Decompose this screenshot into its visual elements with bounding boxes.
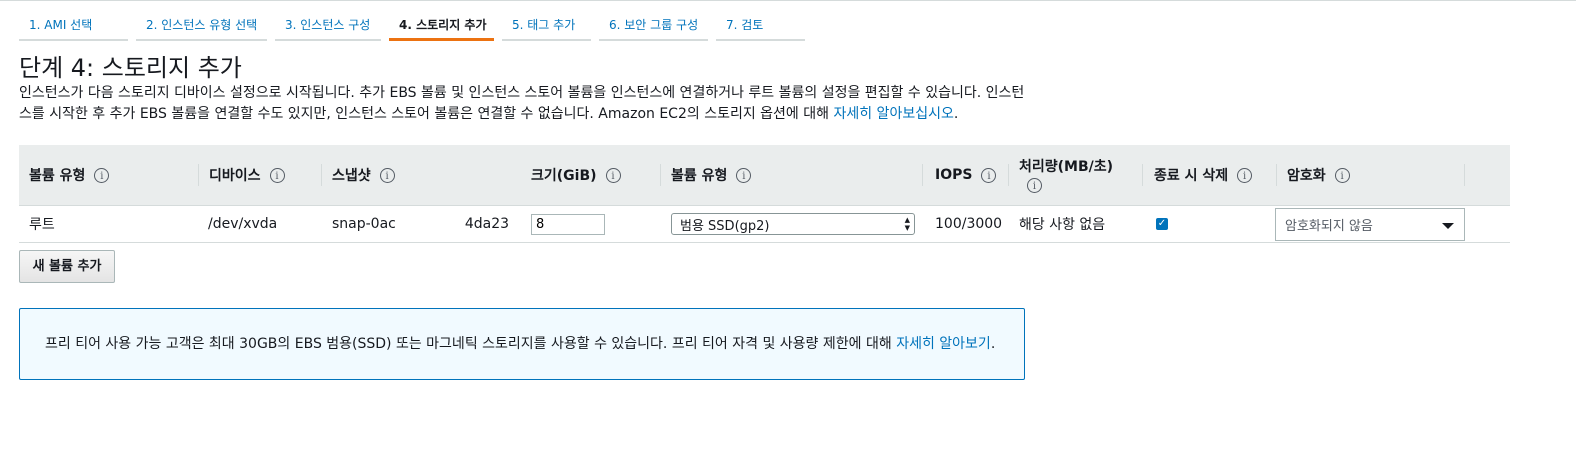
header-throughput: 처리량(MB/초) i	[1009, 145, 1143, 205]
delete-on-termination-checkbox[interactable]: ✓	[1156, 218, 1168, 230]
wizard-tabs: 1. AMI 선택 2. 인스턴스 유형 선택 3. 인스턴스 구성 4. 스토…	[19, 12, 813, 41]
header-label: IOPS	[935, 167, 973, 183]
snapshot-id-end: 4da23	[464, 216, 510, 232]
cell-encryption: 암호화되지 않음	[1275, 206, 1465, 242]
notice-learn-more-link[interactable]: 자세히 알아보기	[896, 336, 991, 352]
notice-period: .	[990, 336, 996, 352]
learn-more-link[interactable]: 자세히 알아보십시오	[833, 106, 953, 122]
tab-security-group[interactable]: 6. 보안 그룹 구성	[599, 12, 708, 41]
tab-instance-type[interactable]: 2. 인스턴스 유형 선택	[136, 12, 267, 41]
size-input[interactable]	[531, 213, 605, 235]
column-divider	[1464, 164, 1465, 186]
tab-add-storage[interactable]: 4. 스토리지 추가	[389, 12, 494, 41]
encryption-value: 암호화되지 않음	[1285, 218, 1373, 234]
header-label: 처리량(MB/초)	[1019, 158, 1114, 175]
cell-delete-on-termination: ✓	[1156, 206, 1168, 242]
tab-add-tags[interactable]: 5. 태그 추가	[502, 12, 591, 41]
tab-ami[interactable]: 1. AMI 선택	[19, 12, 128, 41]
header-label: 종료 시 삭제	[1154, 168, 1229, 184]
header-size: 크기(GiB) i	[521, 145, 661, 205]
storage-table: 볼륨 유형 i 디바이스 i 스냅샷 i 크기(GiB) i 볼륨 유형 i I…	[19, 145, 1510, 243]
description-period: .	[953, 106, 959, 122]
cell-ebs-volume-type: 범용 SSD(gp2) ▲ ▼	[671, 206, 915, 242]
notice-text: 프리 티어 사용 가능 고객은 최대 30GB의 EBS 범용(SSD) 또는 …	[45, 336, 892, 352]
info-icon[interactable]: i	[981, 167, 997, 183]
volume-type-value: 범용 SSD(gp2)	[680, 218, 770, 234]
cell-snapshot-id: snap-0ac 4da23	[332, 206, 509, 242]
column-divider	[1142, 164, 1143, 186]
header-label: 스냅샷	[332, 168, 371, 184]
header-delete-on-termination: 종료 시 삭제 i	[1144, 145, 1277, 205]
header-label: 디바이스	[209, 168, 261, 184]
info-icon[interactable]: i	[736, 167, 752, 183]
info-icon[interactable]: i	[269, 167, 285, 183]
select-arrows-icon: ▲ ▼	[904, 216, 910, 232]
tab-review[interactable]: 7. 검토	[716, 12, 805, 41]
page-title: 단계 4: 스토리지 추가	[19, 54, 242, 82]
header-label: 크기(GiB)	[531, 168, 597, 184]
encryption-select[interactable]: 암호화되지 않음	[1275, 207, 1465, 241]
info-icon[interactable]: i	[94, 167, 110, 183]
header-device: 디바이스 i	[199, 145, 322, 205]
header-volume-type: 볼륨 유형 i	[19, 145, 199, 205]
caret-down-icon	[1442, 222, 1454, 229]
info-icon[interactable]: i	[1237, 167, 1253, 183]
info-icon[interactable]: i	[379, 167, 395, 183]
cell-volume-type: 루트	[29, 217, 55, 233]
cell-size	[531, 206, 605, 242]
snapshot-id-start: snap-0ac	[332, 216, 396, 232]
info-icon[interactable]: i	[1027, 177, 1042, 193]
header-encryption: 암호화 i	[1277, 145, 1465, 205]
table-header: 볼륨 유형 i 디바이스 i 스냅샷 i 크기(GiB) i 볼륨 유형 i I…	[19, 145, 1510, 206]
volume-type-select[interactable]: 범용 SSD(gp2) ▲ ▼	[671, 213, 915, 235]
header-ebs-volume-type: 볼륨 유형 i	[661, 145, 923, 205]
header-label: 암호화	[1287, 168, 1326, 184]
cell-throughput: 해당 사항 없음	[1019, 217, 1106, 233]
cell-device: /dev/xvda	[208, 216, 278, 232]
header-label: 볼륨 유형	[671, 168, 728, 184]
header-label: 볼륨 유형	[29, 168, 86, 184]
free-tier-notice: 프리 티어 사용 가능 고객은 최대 30GB의 EBS 범용(SSD) 또는 …	[19, 308, 1025, 380]
page-description: 인스턴스가 다음 스토리지 디바이스 설정으로 시작됩니다. 추가 EBS 볼륨…	[19, 83, 1034, 125]
header-iops: IOPS i	[925, 145, 1009, 205]
add-new-volume-button[interactable]: 새 볼륨 추가	[19, 250, 115, 283]
cell-iops: 100/3000	[935, 216, 1003, 232]
column-divider	[922, 164, 923, 186]
header-snapshot: 스냅샷 i	[322, 145, 521, 205]
info-icon[interactable]: i	[605, 167, 621, 183]
tab-configure-instance[interactable]: 3. 인스턴스 구성	[275, 12, 381, 41]
info-icon[interactable]: i	[1334, 167, 1350, 183]
table-row: 루트 /dev/xvda snap-0ac 4da23 범용 SSD(gp2) …	[19, 206, 1510, 243]
